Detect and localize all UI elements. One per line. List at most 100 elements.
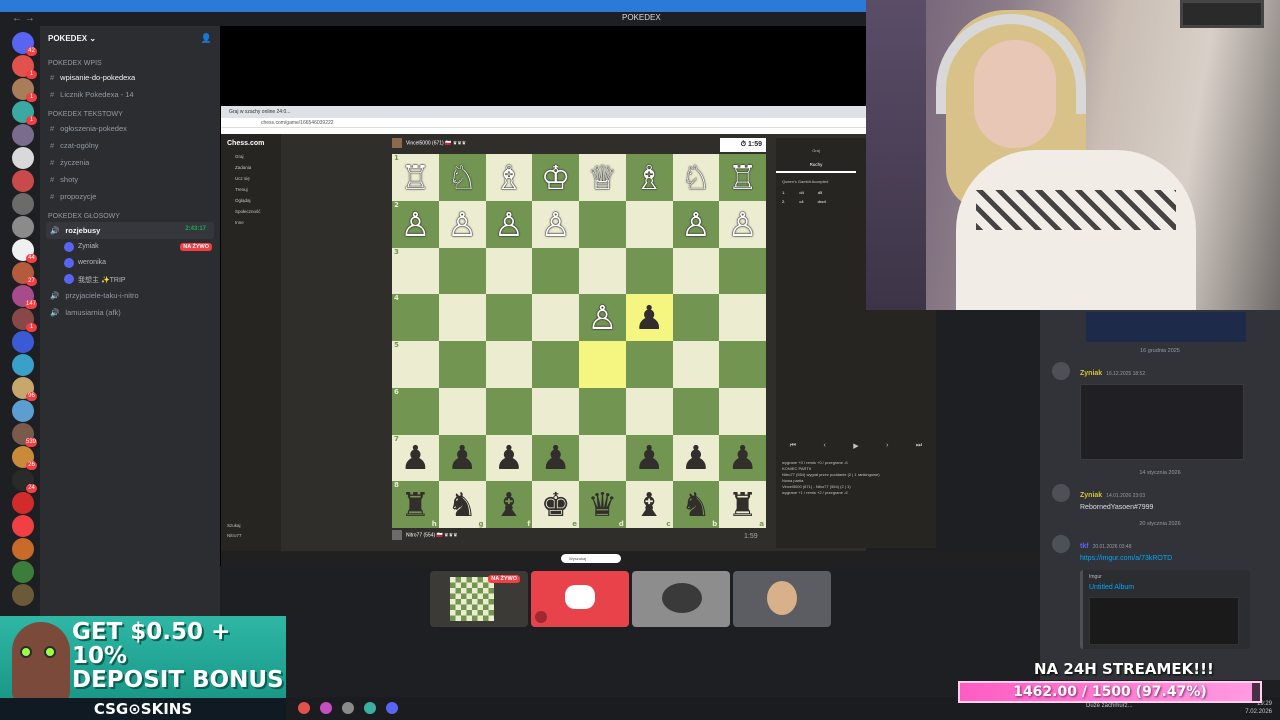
chess-piece[interactable]: ♞ <box>681 488 711 521</box>
board-square[interactable]: ♙ <box>672 200 720 248</box>
chess-piece[interactable]: ♟ <box>401 441 431 474</box>
browser-tab[interactable]: Graj w szachy online 24:0... <box>221 106 866 118</box>
message-author[interactable]: Zyniak <box>1080 370 1102 377</box>
board-square[interactable] <box>579 434 626 482</box>
board-square[interactable]: ♜ a <box>719 481 766 528</box>
move-black[interactable]: dxc4 <box>818 199 826 204</box>
channel-item[interactable]: # ogłoszenia-pokedex <box>40 120 220 137</box>
avatar[interactable] <box>1052 362 1070 380</box>
weather-tray[interactable]: Duże zachmurz... <box>1086 703 1133 709</box>
board-square[interactable]: ♙ 2 <box>392 200 439 248</box>
embed-thumbnail[interactable] <box>1089 597 1239 645</box>
board-square[interactable]: ♝ c <box>625 481 673 528</box>
board-square[interactable]: 4 <box>392 294 439 341</box>
chess-piece[interactable]: ♙ <box>541 208 571 241</box>
board-square[interactable]: ♟ <box>485 434 533 482</box>
chess-piece[interactable]: ♗ <box>494 161 524 194</box>
board-square[interactable] <box>532 341 579 388</box>
board-square[interactable] <box>719 341 766 388</box>
board-square[interactable] <box>625 341 673 388</box>
server-icon[interactable]: 24 <box>12 469 37 493</box>
chess-piece[interactable]: ♙ <box>447 208 477 241</box>
move-nav-icon[interactable]: ⏭ <box>916 442 922 456</box>
chess-nav-item[interactable]: Zadania <box>221 162 281 173</box>
board-square[interactable]: ♞ g <box>438 481 486 528</box>
board-square[interactable] <box>532 387 579 435</box>
board-square[interactable]: ♟ <box>672 434 720 482</box>
move-white[interactable]: c4 <box>799 199 803 204</box>
server-icon[interactable] <box>12 515 34 537</box>
board-square[interactable]: ♖ 1 <box>392 154 439 201</box>
chess-piece[interactable]: ♟ <box>728 441 758 474</box>
board-square[interactable]: ♞ b <box>672 481 720 528</box>
server-icon[interactable]: 27 <box>12 262 37 286</box>
server-icon[interactable]: 147 <box>12 285 37 309</box>
board-square[interactable] <box>625 200 673 248</box>
stream-tile-car[interactable] <box>632 571 730 627</box>
server-icon[interactable] <box>12 147 34 169</box>
voice-member[interactable]: Zyniak NA ŻYWO <box>40 239 220 255</box>
board-square[interactable] <box>625 387 673 435</box>
board-square[interactable]: ♟ <box>625 434 673 482</box>
chess-piece[interactable]: ♜ <box>728 488 758 521</box>
channel-item[interactable]: # shoty <box>40 171 220 188</box>
move-nav-icon[interactable]: ‹ <box>823 442 825 456</box>
server-icon[interactable] <box>12 492 34 514</box>
server-icon[interactable]: 44 <box>12 239 37 263</box>
chess-nav-item[interactable]: Graj <box>221 151 281 162</box>
avatar[interactable] <box>1052 484 1070 502</box>
server-icon[interactable]: 1 <box>12 55 37 79</box>
board-square[interactable] <box>485 341 533 388</box>
server-icon[interactable] <box>12 354 34 376</box>
chess-nav-bottom-item[interactable]: Szukaj <box>227 521 242 531</box>
board-square[interactable] <box>579 200 626 248</box>
board-square[interactable]: 6 <box>392 387 439 435</box>
stream-tile-user[interactable] <box>733 571 831 627</box>
board-square[interactable]: ♕ <box>579 154 626 201</box>
board-square[interactable]: ♙ <box>532 200 579 248</box>
move-nav-icon[interactable]: ⏮ <box>790 442 796 456</box>
board-square[interactable] <box>719 247 766 295</box>
board-square[interactable] <box>485 387 533 435</box>
board-square[interactable]: ♙ <box>485 200 533 248</box>
server-icon[interactable] <box>12 584 34 606</box>
chess-piece[interactable]: ♙ <box>728 208 758 241</box>
board-square[interactable]: ♘ <box>438 154 486 201</box>
board-square[interactable]: ♟ <box>532 434 579 482</box>
board-square[interactable] <box>579 247 626 295</box>
move-nav-icon[interactable]: ▶ <box>853 442 858 456</box>
server-icon[interactable]: 26 <box>12 446 37 470</box>
chess-piece[interactable]: ♘ <box>447 161 477 194</box>
voice-member[interactable]: weronika <box>40 255 220 271</box>
server-icon[interactable] <box>12 538 34 560</box>
guild-header[interactable]: POKEDEX ⌄ 👤 <box>40 26 220 52</box>
chess-logo[interactable]: Chess.com <box>221 134 281 151</box>
move-black[interactable]: d5 <box>818 190 822 195</box>
board-square[interactable] <box>625 247 673 295</box>
chess-board[interactable]: ♖ 1 ♘ ♗ ♔ ♕ ♗ ♘ ♖ ♙ 2 ♙ ♙ ♙ ♙ ♙ 3 4 ♙ ♟ 5 6 ♟ 7 ♟ ♟ ♟ ♟ ♟ ♟ ♜ 8 h ♞ g ♝ f ♚ e ♛… <box>392 154 766 528</box>
move-white[interactable]: d4 <box>799 190 803 195</box>
board-square[interactable]: ♔ <box>532 154 579 201</box>
chess-piece[interactable]: ♗ <box>634 161 664 194</box>
board-square[interactable]: ♟ <box>719 434 766 482</box>
chess-piece[interactable]: ♜ <box>401 488 431 521</box>
chess-piece[interactable]: ♚ <box>541 488 571 521</box>
chess-piece[interactable]: ♕ <box>588 161 618 194</box>
avatar[interactable] <box>1052 535 1070 553</box>
board-square[interactable] <box>672 294 720 341</box>
voice-channel[interactable]: 🔊 przyjaciele-taku-i-nitro <box>40 287 220 304</box>
discord-icon[interactable] <box>386 702 398 714</box>
board-square[interactable]: ♝ f <box>485 481 533 528</box>
channel-item[interactable]: # propozycje <box>40 188 220 205</box>
board-square[interactable] <box>672 341 720 388</box>
board-square[interactable]: ♗ <box>625 154 673 201</box>
board-square[interactable]: ♙ <box>579 294 626 341</box>
board-square[interactable]: ♙ <box>438 200 486 248</box>
server-icon[interactable]: 1 <box>12 78 37 102</box>
board-square[interactable] <box>532 247 579 295</box>
board-square[interactable] <box>438 341 486 388</box>
stream-tile-chess[interactable]: NA ŻYWO <box>430 571 528 627</box>
board-square[interactable]: ♟ <box>438 434 486 482</box>
chess-piece[interactable]: ♔ <box>541 161 571 194</box>
server-icon[interactable]: 539 <box>12 423 37 447</box>
